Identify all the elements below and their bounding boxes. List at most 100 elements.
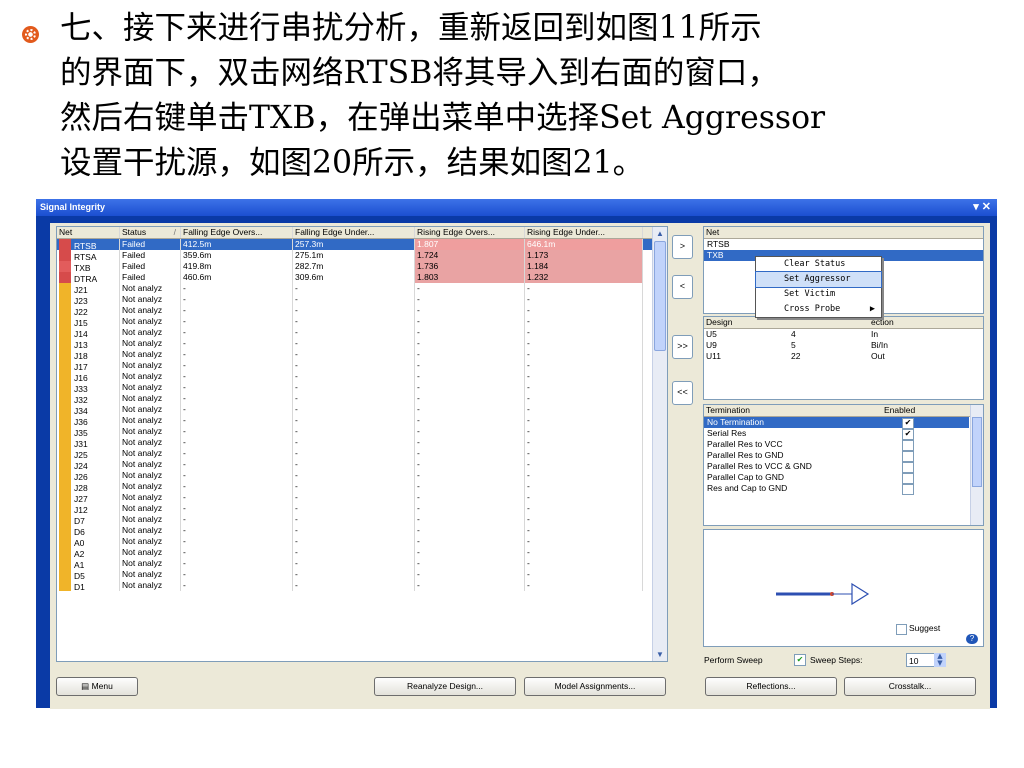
table-row[interactable]: J25 Not analyz - - - -	[57, 448, 667, 459]
net-name: J35	[74, 428, 88, 437]
table-row[interactable]: J33 Not analyz - - - -	[57, 382, 667, 393]
table-row[interactable]: D1 Not analyz - - - -	[57, 580, 667, 591]
designator-row[interactable]: U9 5 Bi/In	[704, 340, 983, 351]
termination-row[interactable]: Parallel Res to GND	[704, 450, 969, 462]
table-cell: -	[293, 437, 415, 448]
table-cell: 646.1m	[525, 239, 643, 250]
move-right-button[interactable]: >	[672, 235, 693, 259]
table-row[interactable]: J15 Not analyz - - - -	[57, 316, 667, 327]
window-title: Signal Integrity	[40, 202, 106, 212]
enabled-header-label: Enabled	[884, 405, 916, 415]
table-row[interactable]: J28 Not analyz - - - -	[57, 481, 667, 492]
crosstalk-button[interactable]: Crosstalk...	[844, 677, 976, 696]
column-header-rising-under[interactable]: Rising Edge Under...	[525, 227, 643, 238]
scroll-thumb[interactable]	[654, 241, 666, 351]
table-row[interactable]: A2 Not analyz - - - -	[57, 547, 667, 558]
table-cell: -	[181, 316, 293, 327]
table-cell: -	[415, 492, 525, 503]
menu-item-clear-status[interactable]: Clear Status	[756, 257, 881, 272]
table-row[interactable]: J21 Not analyz - - - -	[57, 283, 667, 294]
table-row[interactable]: J16 Not analyz - - - -	[57, 371, 667, 382]
net-flag-icon	[59, 316, 71, 327]
move-all-left-button[interactable]: <<	[672, 381, 693, 405]
net-flag-icon	[59, 327, 71, 338]
suggest-checkbox[interactable]	[896, 624, 907, 635]
termination-row[interactable]: Parallel Res to VCC & GND	[704, 461, 969, 473]
table-cell: -	[293, 514, 415, 525]
model-assignments-button[interactable]: Model Assignments...	[524, 677, 666, 696]
designator-row[interactable]: U5 4 In	[704, 329, 983, 340]
table-row[interactable]: J24 Not analyz - - - -	[57, 459, 667, 470]
table-row[interactable]: J18 Not analyz - - - -	[57, 349, 667, 360]
table-row[interactable]: J12 Not analyz - - - -	[57, 503, 667, 514]
column-header-falling-under[interactable]: Falling Edge Under...	[293, 227, 415, 238]
scroll-down-icon[interactable]: ▼	[653, 648, 667, 661]
enabled-checkbox[interactable]	[902, 484, 914, 495]
move-all-right-button[interactable]: >>	[672, 335, 693, 359]
paragraph-line: 七、接下来进行串扰分析，重新返回到如图11所示	[60, 10, 762, 46]
net-flag-icon	[59, 569, 71, 580]
window-controls[interactable]: ▾ ✕	[973, 200, 991, 213]
table-cell: Not analyz	[120, 558, 181, 569]
reflections-button[interactable]: Reflections...	[705, 677, 837, 696]
column-header-falling-over[interactable]: Falling Edge Overs...	[181, 227, 293, 238]
table-row[interactable]: RTSB Failed 412.5m 257.3m 1.807 646.1m	[57, 239, 667, 250]
table-row[interactable]: A1 Not analyz - - - -	[57, 558, 667, 569]
designator-row[interactable]: U11 22 Out	[704, 351, 983, 362]
table-row[interactable]: D5 Not analyz - - - -	[57, 569, 667, 580]
termination-row[interactable]: Res and Cap to GND	[704, 483, 969, 495]
table-row[interactable]: J22 Not analyz - - - -	[57, 305, 667, 316]
bullet-icon	[22, 26, 39, 43]
termination-row[interactable]: No Termination ✔	[704, 417, 969, 429]
table-cell: D5	[57, 569, 120, 580]
table-row[interactable]: A0 Not analyz - - - -	[57, 536, 667, 547]
table-row[interactable]: J14 Not analyz - - - -	[57, 327, 667, 338]
table-row[interactable]: D6 Not analyz - - - -	[57, 525, 667, 536]
reanalyze-design-button[interactable]: Reanalyze Design...	[374, 677, 516, 696]
grid-scrollbar[interactable]: ▲ ▼	[652, 227, 667, 661]
termination-scrollbar[interactable]	[970, 405, 983, 525]
table-row[interactable]: J34 Not analyz - - - -	[57, 404, 667, 415]
column-header-net[interactable]: Net	[57, 227, 120, 238]
move-left-button[interactable]: <	[672, 275, 693, 299]
table-row[interactable]: RTSA Failed 359.6m 275.1m 1.724 1.173	[57, 250, 667, 261]
scroll-up-icon[interactable]: ▲	[653, 227, 667, 240]
column-header-status[interactable]: Status /	[120, 227, 181, 238]
perform-sweep-checkbox[interactable]: ✔	[794, 654, 806, 666]
dialog-client: Net Status / Falling Edge Overs... Falli…	[50, 223, 990, 709]
table-row[interactable]: DTRA Failed 460.6m 309.6m 1.803 1.232	[57, 272, 667, 283]
table-cell: -	[181, 470, 293, 481]
table-cell: -	[181, 448, 293, 459]
table-row[interactable]: J27 Not analyz - - - -	[57, 492, 667, 503]
spinner-arrows-icon[interactable]: ▲ ▼	[934, 653, 946, 667]
table-cell: 309.6m	[293, 272, 415, 283]
table-row[interactable]: D7 Not analyz - - - -	[57, 514, 667, 525]
column-header-rising-over[interactable]: Rising Edge Overs...	[415, 227, 525, 238]
submenu-arrow-icon: ▶	[869, 304, 875, 314]
menu-item-set-aggressor[interactable]: Set Aggressor	[755, 271, 882, 288]
termination-name: Serial Res	[707, 428, 747, 438]
table-row[interactable]: J26 Not analyz - - - -	[57, 470, 667, 481]
designator-cell: 4	[791, 329, 796, 339]
menu-button[interactable]: ▤ Menu	[56, 677, 138, 696]
table-row[interactable]: J13 Not analyz - - - -	[57, 338, 667, 349]
table-row[interactable]: J31 Not analyz - - - -	[57, 437, 667, 448]
table-row[interactable]: J36 Not analyz - - - -	[57, 415, 667, 426]
sort-icon: /	[173, 227, 176, 237]
menu-item-cross-probe[interactable]: Cross Probe ▶	[756, 302, 881, 317]
termination-scroll-thumb[interactable]	[972, 417, 982, 487]
net-name: J25	[74, 450, 88, 459]
table-row[interactable]: J32 Not analyz - - - -	[57, 393, 667, 404]
table-cell: 1.736	[415, 261, 525, 272]
help-icon[interactable]: ?	[966, 634, 978, 644]
table-cell: -	[293, 360, 415, 371]
table-row[interactable]: TXB Failed 419.8m 282.7m 1.736 1.184	[57, 261, 667, 272]
selected-net-rtsb[interactable]: RTSB	[704, 239, 983, 250]
menu-item-set-victim[interactable]: Set Victim	[756, 287, 881, 302]
table-row[interactable]: J23 Not analyz - - - -	[57, 294, 667, 305]
termination-row[interactable]: Parallel Res to VCC	[704, 439, 969, 451]
table-row[interactable]: J17 Not analyz - - - -	[57, 360, 667, 371]
termination-row[interactable]: Parallel Cap to GND	[704, 472, 969, 484]
table-row[interactable]: J35 Not analyz - - - -	[57, 426, 667, 437]
termination-row[interactable]: Serial Res ✔	[704, 428, 969, 440]
